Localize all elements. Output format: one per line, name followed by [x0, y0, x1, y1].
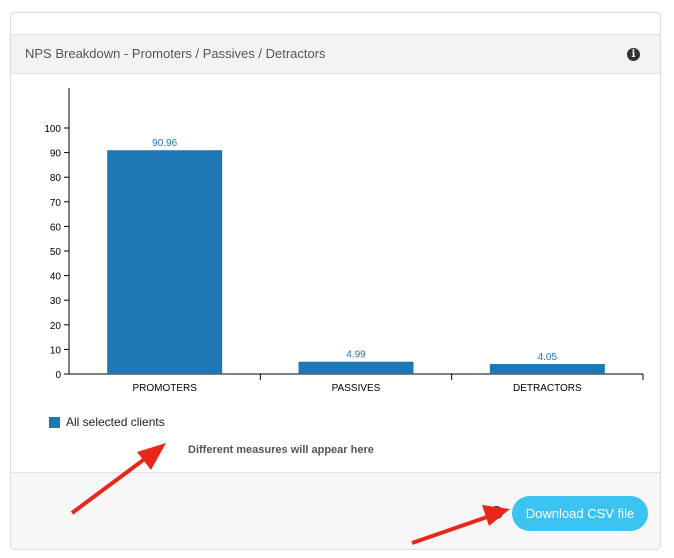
bar-value-label: 4.99: [346, 350, 366, 361]
y-tick-label: 0: [55, 370, 61, 381]
bar: [107, 150, 223, 374]
y-tick-label: 80: [50, 173, 62, 184]
bar: [489, 364, 605, 374]
bar-value-label: 4.05: [538, 352, 558, 363]
y-tick-label: 100: [44, 124, 61, 135]
bar-chart: 0 10 20 30 40 50 60 70 80 90 100 90.96 PROMOTERS 4.99…: [44, 88, 644, 394]
y-tick-label: 90: [50, 149, 62, 160]
y-tick-label: 40: [50, 272, 62, 283]
y-tick-label: 10: [50, 345, 62, 356]
panel-footer: i Download CSV file: [11, 472, 660, 549]
x-tick-label: PASSIVES: [332, 383, 381, 394]
y-tick-label: 70: [50, 198, 62, 209]
measures-note: Different measures will appear here: [188, 444, 374, 456]
x-tick-label: PROMOTERS: [132, 383, 197, 394]
y-tick-label: 50: [50, 247, 62, 258]
y-tick-label: 60: [50, 222, 62, 233]
x-tick-label: DETRACTORS: [513, 383, 582, 394]
footer-info-icon[interactable]: i: [490, 506, 503, 519]
download-csv-button[interactable]: Download CSV file: [512, 496, 648, 531]
y-tick-label: 30: [50, 296, 62, 307]
bar: [298, 361, 414, 374]
bar-value-label: 90.96: [152, 138, 177, 149]
y-tick-label: 20: [50, 321, 62, 332]
